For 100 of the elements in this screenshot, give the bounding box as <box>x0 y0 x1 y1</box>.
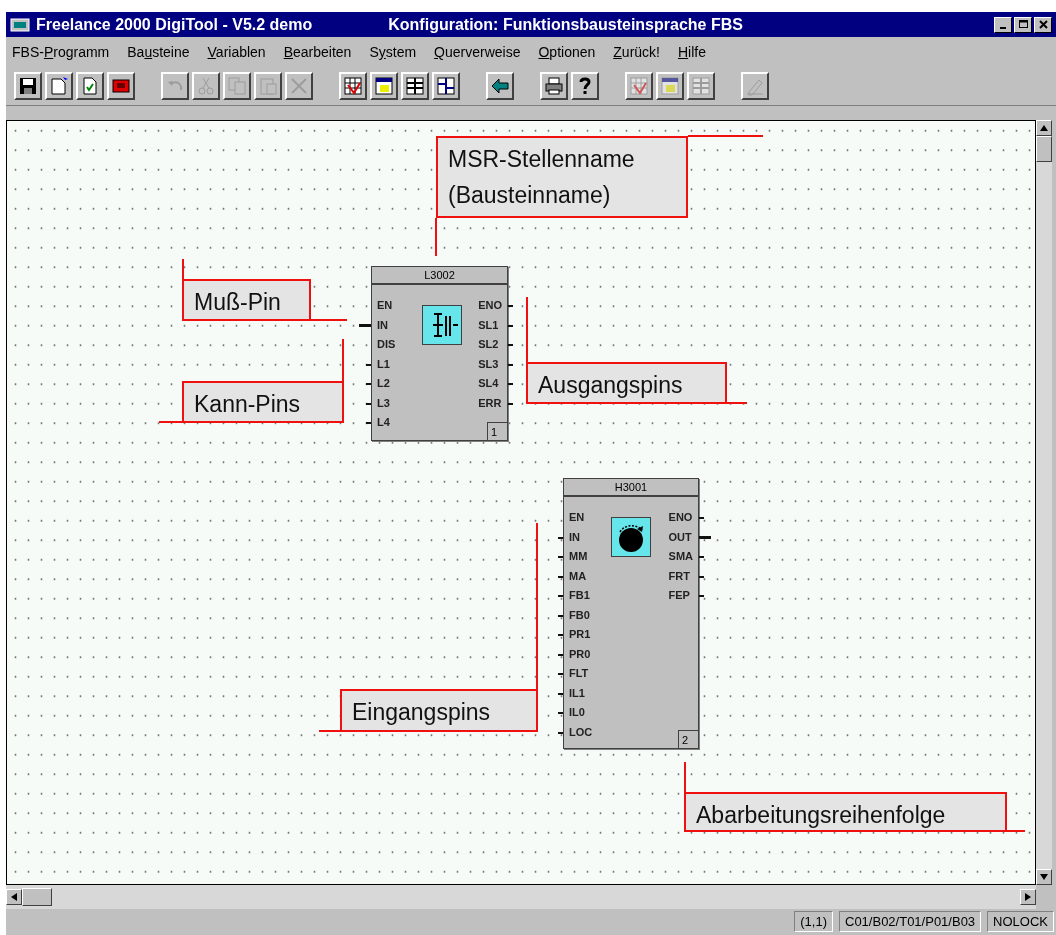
output-pin-label: SL3 <box>478 357 499 370</box>
menu-item[interactable]: Querverweise <box>434 44 521 60</box>
output-pin-label: ENO <box>668 511 693 523</box>
status-field: C01/B02/T01/P01/B03 <box>839 910 982 932</box>
input-pin-label: IN <box>377 318 388 331</box>
output-pin-label: FRT <box>668 569 690 582</box>
output-pin-label: SL4 <box>478 377 499 389</box>
input-pin-label: EN <box>569 511 585 523</box>
copy-icon <box>227 76 247 96</box>
callout-label: Kann-Pins <box>182 381 344 423</box>
callout-label: Eingangspins <box>340 689 538 732</box>
panel-icon <box>660 76 680 96</box>
function-block[interactable]: H3001 EN IN MM MA FB1 FB0 PR1 PR0 FLT IL1 IL0 LOC ENO OUT SMA FRT FEP 2 <box>563 478 699 749</box>
leader-line <box>158 421 183 423</box>
menu-item[interactable]: Zurück! <box>613 44 660 60</box>
input-pin-label: L2 <box>377 377 390 389</box>
menu-item[interactable]: System <box>369 44 417 60</box>
toolbar-button[interactable] <box>76 72 104 100</box>
scroll-down-button[interactable] <box>1036 869 1052 885</box>
output-pin-label: SL2 <box>478 338 499 350</box>
scissors-icon <box>196 76 216 96</box>
toolbar-button[interactable] <box>107 72 135 100</box>
close-button[interactable] <box>1034 16 1052 33</box>
block-name: H3001 <box>614 481 648 493</box>
callout-label: Muß-Pin <box>182 279 311 321</box>
execution-order-number: 2 <box>678 730 698 748</box>
scroll-right-button[interactable] <box>1020 889 1036 905</box>
leader-line <box>684 761 686 793</box>
input-pin-label: FLT <box>569 667 589 679</box>
output-pin-label: ERR <box>478 396 502 409</box>
scroll-left-button[interactable] <box>6 889 22 905</box>
status-field: (1,1) <box>794 910 833 932</box>
input-pin-label: EN <box>377 299 393 311</box>
menu-item[interactable]: Hilfe <box>678 44 706 60</box>
output-pin-label: SL1 <box>478 318 499 331</box>
minimize-button[interactable] <box>994 16 1012 33</box>
clipboard-icon <box>258 76 278 96</box>
toolbar-button[interactable] <box>14 72 42 100</box>
up-arrow-icon <box>1039 124 1049 132</box>
maximize-button[interactable] <box>1014 16 1032 33</box>
input-pin-label: FB0 <box>569 608 590 621</box>
output-pin-label: OUT <box>668 530 692 543</box>
leader-line <box>526 296 528 363</box>
input-pin-label: DIS <box>377 338 396 350</box>
toolbar-button[interactable] <box>486 72 514 100</box>
leader-line <box>435 217 437 257</box>
toolbar-button[interactable] <box>571 72 599 100</box>
toolbar-button[interactable] <box>401 72 429 100</box>
window-title: Freelance 2000 DigiTool - V5.2 demo <box>36 15 313 34</box>
scroll-thumb[interactable] <box>1036 136 1052 162</box>
left-arrow-icon <box>490 76 510 96</box>
delete-icon <box>289 76 309 96</box>
grid-icon <box>629 76 649 96</box>
table-icon <box>691 76 711 96</box>
right-arrow-icon <box>1024 892 1032 902</box>
callout-label: Ausgangspins <box>526 362 727 404</box>
printer-icon <box>544 76 564 96</box>
menu-item[interactable]: Bausteine <box>127 44 190 60</box>
document-check-icon <box>80 76 100 96</box>
output-pin-label: ENO <box>478 299 502 311</box>
menu-item[interactable]: Variablen <box>207 44 266 60</box>
function-block[interactable]: L3002 EN IN DIS L1 L2 L3 L4 ENO SL1 SL2 SL3 SL4 ERR 1 <box>371 266 508 441</box>
input-pin-label: L3 <box>377 396 390 409</box>
input-pin-label: MM <box>569 550 588 562</box>
input-pin-label: PR1 <box>569 628 591 640</box>
display-icon <box>111 76 131 96</box>
save-icon <box>18 76 38 96</box>
leader-line <box>342 338 344 382</box>
leader-line <box>182 258 184 280</box>
scroll-thumb[interactable] <box>22 888 52 906</box>
input-pin-label: MA <box>569 569 587 582</box>
status-field: NOLOCK <box>987 910 1054 932</box>
table-icon <box>405 76 425 96</box>
input-pin-label: L4 <box>377 416 390 428</box>
columns-icon <box>436 76 456 96</box>
grid-icon <box>343 76 363 96</box>
input-pin-label: PR0 <box>569 647 591 660</box>
left-arrow-icon <box>10 892 18 902</box>
input-pin-label: LOC <box>569 725 593 738</box>
toolbar-button[interactable] <box>432 72 460 100</box>
input-pin-label: FB1 <box>569 589 590 601</box>
toolbar-button[interactable] <box>370 72 398 100</box>
menu-item[interactable]: Optionen <box>538 44 596 60</box>
scroll-up-button[interactable] <box>1036 120 1052 136</box>
toolbar-button[interactable] <box>339 72 367 100</box>
toolbar-button[interactable] <box>540 72 568 100</box>
new-document-icon <box>49 76 69 96</box>
leader-line <box>1006 830 1026 832</box>
output-pin-label: FEP <box>668 589 690 601</box>
close-icon <box>1037 19 1049 30</box>
menu-item[interactable]: FBS-Programm <box>12 44 110 60</box>
input-pin-label: IL1 <box>569 686 585 699</box>
menu-item[interactable]: Bearbeiten <box>283 44 352 60</box>
block-name: L3002 <box>424 269 455 281</box>
toolbar-button[interactable] <box>45 72 73 100</box>
leader-line <box>726 402 748 404</box>
execution-order-number: 1 <box>487 422 507 440</box>
maximize-icon <box>1017 19 1029 30</box>
leader-line <box>310 319 348 321</box>
input-pin-label: IL0 <box>569 706 585 718</box>
